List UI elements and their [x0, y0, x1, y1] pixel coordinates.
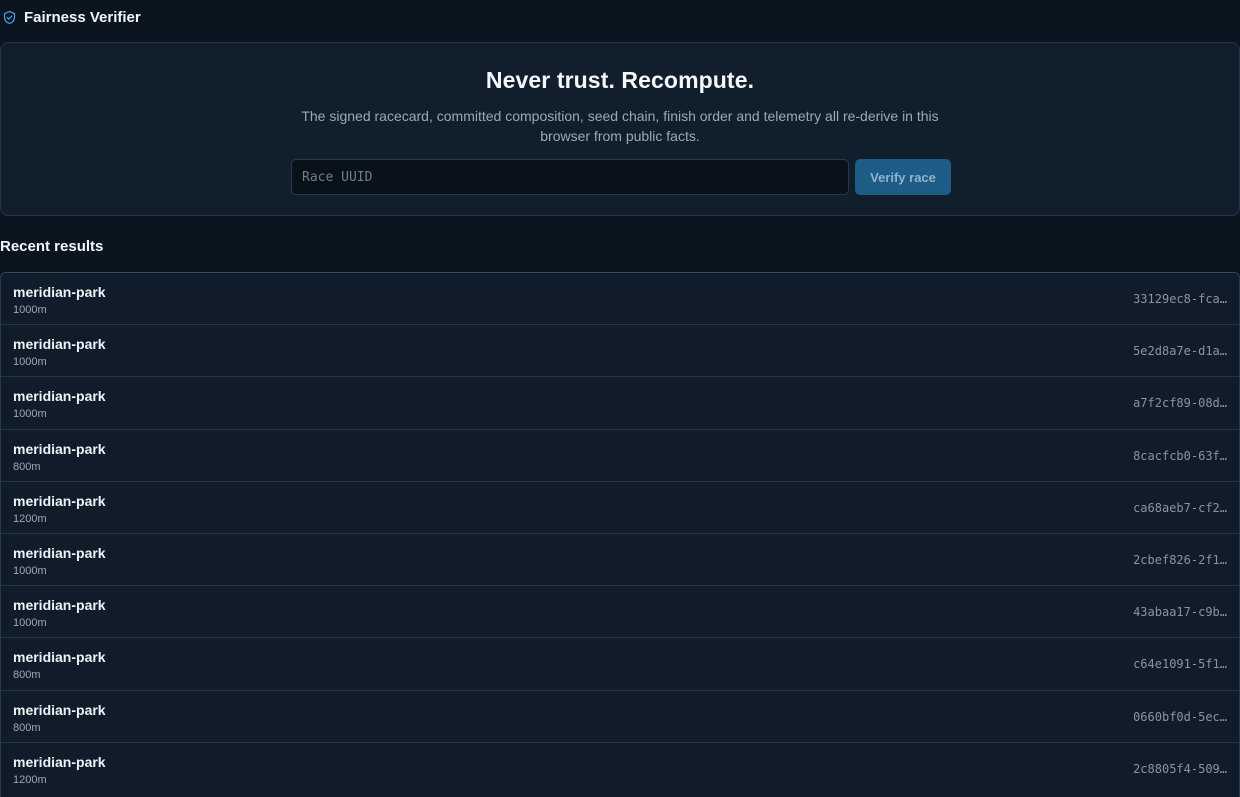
track-name: meridian-park [13, 597, 106, 614]
race-uuid: c64e1091-5f1… [1133, 657, 1227, 672]
race-distance: 1000m [13, 356, 47, 369]
race-distance: 800m [13, 669, 41, 682]
track-name: meridian-park [13, 649, 106, 666]
verify-form: Verify race [291, 159, 951, 195]
hero-description: The signed racecard, committed compositi… [301, 108, 939, 144]
result-row[interactable]: meridian-park 1000m 2cbef826-2f1… [1, 534, 1239, 587]
result-row[interactable]: meridian-park 1000m 5e2d8a7e-d1a… [1, 325, 1239, 378]
track-name: meridian-park [13, 492, 106, 509]
race-uuid-input[interactable] [291, 159, 849, 195]
race-distance: 1000m [13, 304, 47, 316]
result-row[interactable]: meridian-park 1200m ca68aeb7-cf2… [1, 482, 1239, 534]
verify-panel: Never trust. Recompute. The signed racec… [0, 42, 1240, 216]
track-name: meridian-park [13, 388, 106, 405]
race-distance: 1000m [13, 408, 47, 421]
track-name: meridian-park [13, 440, 106, 457]
race-uuid: 43abaa17-c9b… [1133, 605, 1227, 620]
verify-race-button[interactable]: Verify race [855, 159, 951, 195]
race-uuid: 2cbef826-2f1… [1133, 552, 1227, 567]
track-name: meridian-park [13, 753, 106, 770]
recent-results-list: meridian-park 1000m 33129ec8-fca… meridi… [0, 272, 1240, 797]
hero-title: Never trust. Recompute. [485, 67, 755, 93]
track-name: meridian-park [13, 701, 106, 718]
app-title: Fairness Verifier [24, 8, 141, 26]
recent-results-title: Recent results [0, 238, 104, 255]
result-row[interactable]: meridian-park 800m 8cacfcb0-63f… [1, 430, 1239, 482]
race-distance: 1000m [13, 617, 47, 630]
race-distance: 1200m [13, 773, 47, 786]
result-row[interactable]: meridian-park 800m c64e1091-5f1… [1, 638, 1239, 691]
race-uuid: 0660bf0d-5ec… [1133, 709, 1227, 724]
shield-check-icon [2, 10, 17, 25]
race-uuid: 2c8805f4-509… [1133, 761, 1227, 776]
race-distance: 1000m [13, 564, 47, 577]
result-row[interactable]: meridian-park 1000m a7f2cf89-08d… [1, 377, 1239, 430]
top-bar: Fairness Verifier [0, 0, 1240, 34]
race-distance: 800m [13, 721, 41, 734]
race-uuid: 33129ec8-fca… [1133, 292, 1227, 306]
race-uuid: a7f2cf89-08d… [1133, 396, 1227, 411]
race-uuid: ca68aeb7-cf2… [1133, 500, 1227, 515]
result-row[interactable]: meridian-park 1000m 43abaa17-c9b… [1, 586, 1239, 639]
result-row[interactable]: meridian-park 1000m 33129ec8-fca… [1, 273, 1239, 326]
result-row[interactable]: meridian-park 1200m 2c8805f4-509… [1, 743, 1239, 795]
track-name: meridian-park [13, 336, 106, 353]
track-name: meridian-park [13, 284, 106, 300]
track-name: meridian-park [13, 544, 106, 561]
result-row[interactable]: meridian-park 800m 0660bf0d-5ec… [1, 691, 1239, 743]
race-distance: 1200m [13, 512, 47, 525]
race-uuid: 5e2d8a7e-d1a… [1133, 344, 1227, 359]
race-uuid: 8cacfcb0-63f… [1133, 448, 1227, 463]
race-distance: 800m [13, 460, 41, 473]
